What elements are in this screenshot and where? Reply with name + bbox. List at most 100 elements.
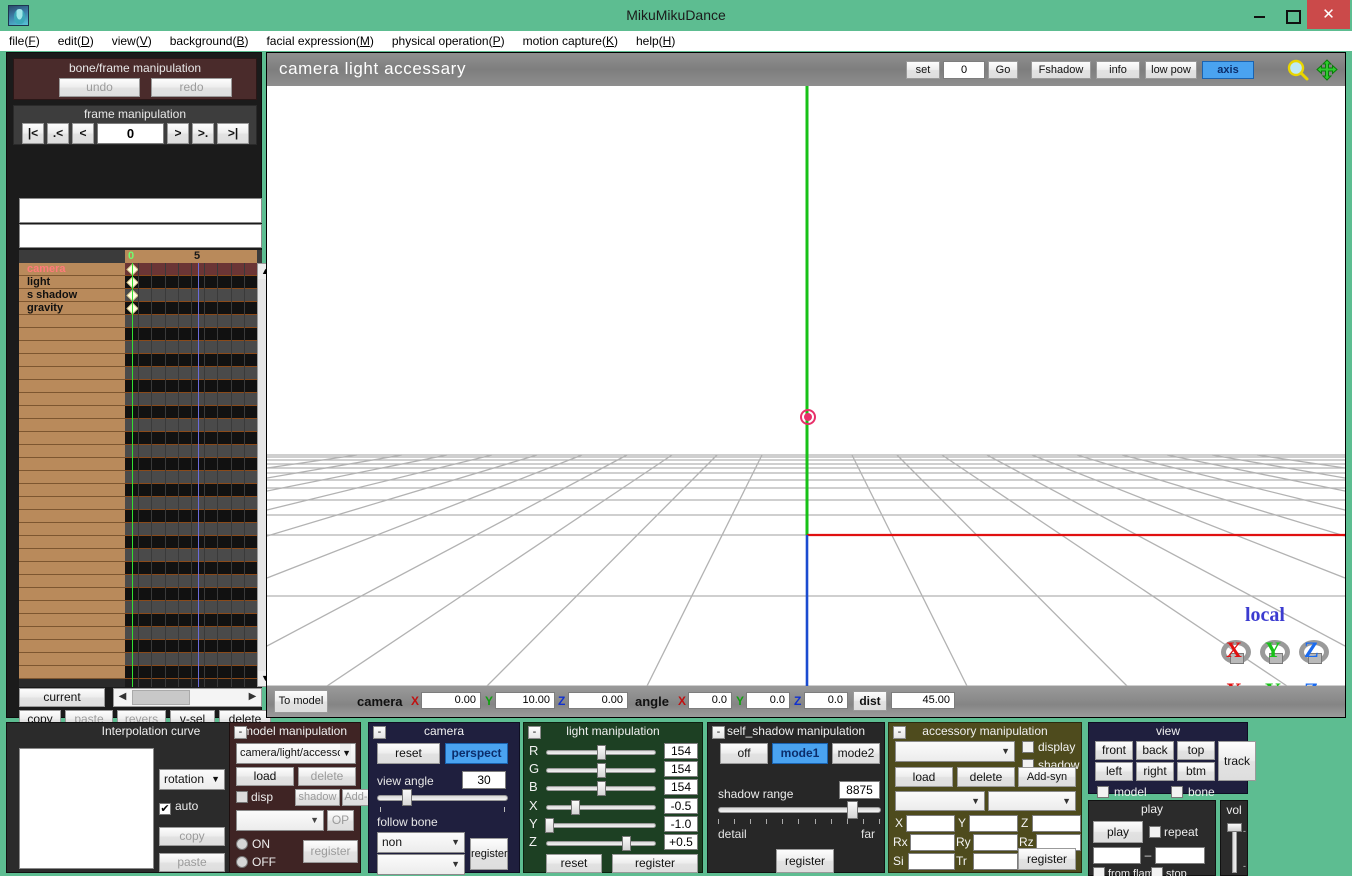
stop-flame-checkbox[interactable] [1151,867,1163,876]
translate-y-gizmo[interactable]: Y [1258,678,1294,687]
light-value-g[interactable]: 154 [664,761,698,777]
accessory-si-input[interactable] [908,853,955,870]
timeline-row-empty[interactable] [19,432,125,445]
interpolation-mode-select[interactable]: rotation ▼ [159,769,225,790]
light-row-r[interactable]: R 154 [524,743,704,760]
info-button[interactable]: info [1096,61,1140,79]
menu-view[interactable]: view(V) [103,31,161,51]
accessory-y-input[interactable] [969,815,1018,832]
go-button[interactable]: Go [988,61,1018,79]
op-button[interactable]: OP [327,810,354,831]
timeline-row-empty[interactable] [19,341,125,354]
view-angle-input[interactable]: 30 [462,771,506,789]
disp-checkbox[interactable] [236,791,248,803]
light-slider-thumb-z[interactable] [622,836,631,851]
light-slider-thumb-x[interactable] [571,800,580,815]
accessory-minimize-button[interactable]: - [893,726,906,739]
view-bone-checkbox-row[interactable]: bone [1171,785,1215,799]
timeline-row-empty[interactable] [19,588,125,601]
current-button[interactable]: current [19,688,105,707]
axis-button[interactable]: axis [1202,61,1254,79]
view-back-button[interactable]: back [1136,741,1174,760]
view-top-button[interactable]: top [1177,741,1215,760]
auto-checkbox[interactable]: ✔ [159,803,171,815]
light-minimize-button[interactable]: - [528,726,541,739]
timeline-row-empty[interactable] [19,484,125,497]
play-to-input[interactable] [1155,847,1205,864]
self-shadow-minimize-button[interactable]: - [712,726,725,739]
timeline-row-empty[interactable] [19,536,125,549]
translate-x-gizmo[interactable]: X [1219,678,1255,687]
light-value-r[interactable]: 154 [664,743,698,759]
light-row-b[interactable]: B 154 [524,779,704,796]
rotate-y-gizmo[interactable]: Y [1258,637,1294,667]
angle-y-input[interactable]: 0.0 [746,692,790,709]
play-button[interactable]: play [1093,821,1143,843]
camera-x-input[interactable]: 0.00 [421,692,481,709]
view-track-button[interactable]: track [1218,741,1256,781]
rotate-z-gizmo[interactable]: Z [1297,637,1333,667]
3d-scene[interactable]: local X Y Z X [267,86,1345,686]
model-minimize-button[interactable]: - [234,726,247,739]
timeline-row-empty[interactable] [19,640,125,653]
timeline-row-empty[interactable] [19,458,125,471]
model-load-button[interactable]: load [236,767,294,786]
light-row-z[interactable]: Z +0.5 [524,834,704,851]
off-radio-row[interactable]: OFF [236,855,276,869]
light-row-g[interactable]: G 154 [524,761,704,778]
timeline-row-empty[interactable] [19,471,125,484]
timeline-row-empty[interactable] [19,523,125,536]
prev-frame-button[interactable]: < [72,123,94,144]
close-button[interactable]: ✕ [1307,0,1350,29]
prev-keyframe-button[interactable]: .< [47,123,69,144]
interp-paste-button[interactable]: paste [159,853,225,872]
accessory-select[interactable]: ▼ [895,741,1015,762]
perspect-button[interactable]: perspect [445,743,508,764]
shadow-range-thumb[interactable] [847,801,858,819]
accessory-z-input[interactable] [1032,815,1081,832]
magnifier-icon[interactable] [1286,59,1310,81]
accessory-tr-row[interactable]: Tr [956,853,1018,871]
accessory-register-button[interactable]: register [1018,848,1076,870]
view-left-button[interactable]: left [1095,762,1133,781]
menu-facial-expression[interactable]: facial expression(M) [257,31,382,51]
view-angle-slider-thumb[interactable] [402,789,412,806]
bone-list-box[interactable] [19,198,262,223]
shadow-mode1-button[interactable]: mode1 [772,743,828,764]
view-angle-slider[interactable] [377,795,508,801]
volume-slider-thumb[interactable] [1227,823,1242,832]
disp-checkbox-row[interactable]: disp [236,790,273,804]
menu-edit[interactable]: edit(D) [49,31,103,51]
last-frame-button[interactable]: >| [217,123,249,144]
timeline-row-label[interactable]: light [19,276,125,289]
model-bone-select[interactable]: ▼ [236,810,324,831]
on-radio[interactable] [236,838,248,850]
view-right-button[interactable]: right [1136,762,1174,781]
display-checkbox[interactable] [1022,741,1034,753]
light-slider-thumb-g[interactable] [597,763,606,778]
bone-checkbox[interactable] [1171,786,1183,798]
timeline-ruler[interactable] [125,250,257,263]
light-value-y[interactable]: -1.0 [664,816,698,832]
timeline-row-empty[interactable] [19,315,125,328]
play-from-input[interactable] [1093,847,1141,864]
shadow-register-button[interactable]: register [776,849,834,873]
move-cross-icon[interactable] [1315,59,1339,81]
camera-reset-button[interactable]: reset [377,743,440,764]
on-radio-row[interactable]: ON [236,837,270,851]
from-flame-checkbox-row[interactable]: from flame [1093,867,1160,876]
next-frame-button[interactable]: > [167,123,189,144]
timeline-row-empty[interactable] [19,666,125,679]
follow-bone-select[interactable]: non ▼ [377,832,465,853]
frame-number-input[interactable]: 0 [97,123,164,144]
light-reset-button[interactable]: reset [546,854,602,873]
camera-z-input[interactable]: 0.00 [568,692,628,709]
timeline-row-empty[interactable] [19,393,125,406]
light-slider-thumb-y[interactable] [545,818,554,833]
accessory-delete-button[interactable]: delete [957,767,1015,787]
light-slider-y[interactable] [546,823,656,828]
accessory-ry-row[interactable]: Ry [956,834,1018,852]
light-value-b[interactable]: 154 [664,779,698,795]
timeline-horizontal-scrollbar[interactable]: ◀ ▶ [113,688,262,707]
menu-physical-operation[interactable]: physical operation(P) [383,31,514,51]
